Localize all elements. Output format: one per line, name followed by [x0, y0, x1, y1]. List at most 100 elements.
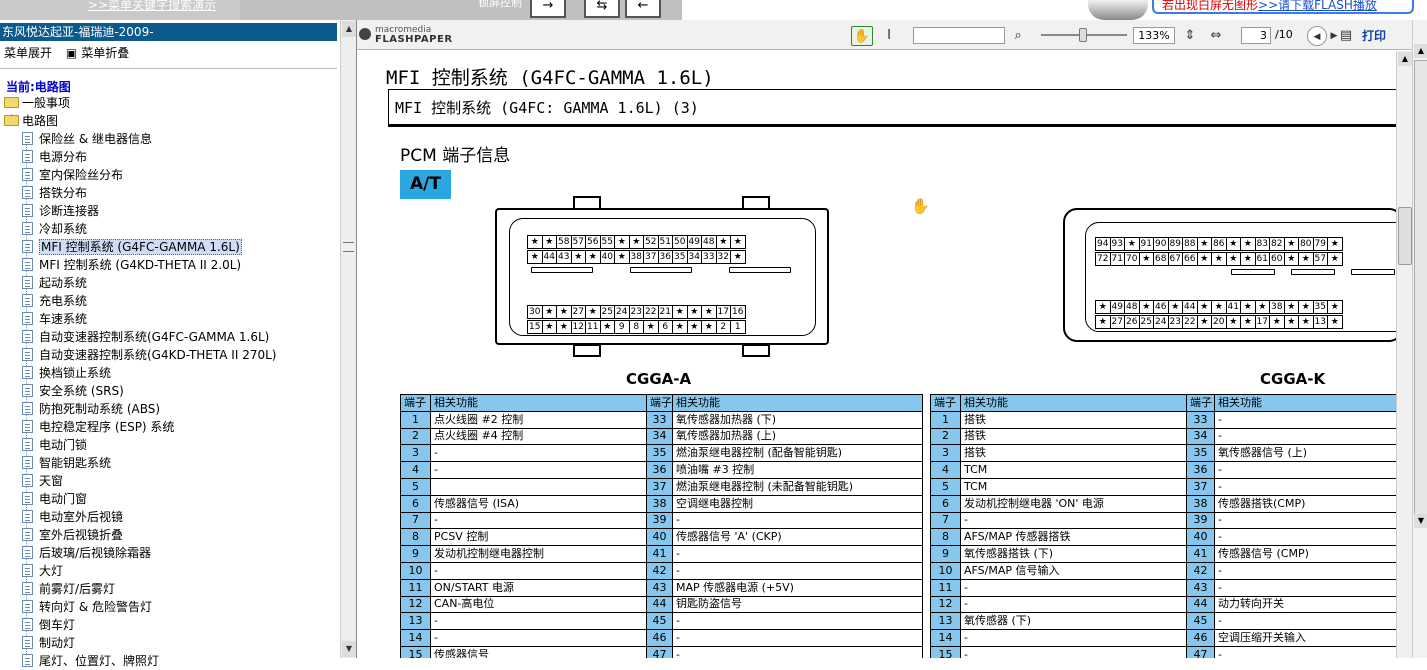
tree-folder-general[interactable]: 一般事项	[4, 94, 70, 112]
tree-item[interactable]: 室内保险丝分布	[22, 166, 123, 184]
tree-item[interactable]: 室外后视镜折叠	[22, 526, 123, 544]
tree-item[interactable]: 电源分布	[22, 148, 87, 166]
pin-function-cell: -	[1214, 461, 1396, 479]
connector-pin: ★	[1225, 237, 1241, 251]
window-scroll-thumb[interactable]	[1414, 60, 1427, 520]
text-select-icon[interactable]: I	[883, 26, 895, 46]
connector-k-label: CGGA-K	[1260, 370, 1326, 388]
table-row: 6 传感器信号 (ISA) 38 空调继电器控制	[400, 494, 923, 513]
scroll-down-icon[interactable]: ▼	[342, 641, 356, 657]
hand-tool-icon[interactable]: ✋	[851, 26, 873, 46]
tree-item[interactable]: 尾灯、位置灯、牌照灯	[22, 652, 159, 670]
tree-item[interactable]: 电动室外后视镜	[22, 508, 123, 526]
pin-function-cell: 搭铁	[960, 427, 1187, 446]
search-demo-link[interactable]: >>菜单关键字搜索演示	[88, 0, 216, 13]
table-row: 13-45-	[400, 612, 923, 631]
document-scroll-thumb[interactable]	[1398, 207, 1412, 265]
tree-item[interactable]: 车速系统	[22, 310, 87, 328]
tree-item-label: MFI 控制系统 (G4FC-GAMMA 1.6L)	[39, 239, 242, 255]
table-row: 13 氧传感器 (下) 45-	[930, 612, 1396, 631]
nav-back-button[interactable]: ←	[625, 0, 661, 18]
pin-number-cell: 15	[400, 645, 431, 658]
connector-key	[1351, 269, 1395, 275]
fit-page-icon[interactable]: ⇔	[1207, 26, 1225, 46]
tree-item[interactable]: 电控稳定程序 (ESP) 系统	[22, 418, 174, 436]
tree-folder-wiring[interactable]: 电路图	[4, 112, 58, 130]
sidebar-scrollbar[interactable]: ▲ ▼	[340, 20, 356, 658]
tree-item[interactable]: 保险丝 & 继电器信息	[22, 130, 152, 148]
connector-pin: 55	[599, 235, 615, 249]
tree-item[interactable]: 充电系统	[22, 292, 87, 310]
prev-page-icon[interactable]: ◀	[1307, 26, 1327, 46]
scroll-up-icon[interactable]: ▲	[342, 21, 356, 37]
pin-function-cell: -	[430, 511, 647, 530]
scroll-grip[interactable]	[343, 242, 354, 252]
tree-item[interactable]: 转向灯 & 危险警告灯	[22, 598, 152, 616]
fit-width-icon[interactable]: ⇕	[1181, 26, 1199, 46]
tree-item[interactable]: 智能钥匙系统	[22, 454, 111, 472]
pin-number-cell: 44	[1186, 595, 1215, 614]
pin-number-cell: 39	[1186, 511, 1215, 530]
scroll-up-icon[interactable]: ▲	[1414, 44, 1427, 58]
tree-item[interactable]: MFI 控制系统 (G4FC-GAMMA 1.6L)	[22, 238, 242, 256]
pin-function-cell: MAP 传感器电源 (+5V)	[672, 578, 923, 597]
connector-pin: 86	[1211, 237, 1227, 251]
table-row: 7-39-	[400, 511, 923, 530]
tree-item[interactable]: 电动门窗	[22, 490, 87, 508]
tree-item[interactable]: 后玻璃/后视镜除霜器	[22, 544, 151, 562]
scroll-up-icon[interactable]: ▲	[1398, 52, 1412, 66]
zoom-field[interactable]: 133%	[1133, 27, 1175, 44]
connector-pin: 33	[701, 250, 717, 264]
tree-item[interactable]: 安全系统 (SRS)	[22, 382, 124, 400]
scroll-down-icon[interactable]: ▼	[1414, 514, 1427, 528]
table-row: 2 搭铁 34-	[930, 427, 1396, 446]
tree-item[interactable]: 前雾灯/后雾灯	[22, 580, 115, 598]
pin-function-cell: -	[1214, 578, 1396, 597]
tree-item[interactable]: 换档锁止系统	[22, 364, 111, 382]
page-number-field[interactable]: 3	[1241, 27, 1271, 44]
document-scrollbar[interactable]: ▲	[1396, 51, 1412, 658]
table-header-row: 端子 相关功能 端子 相关功能	[930, 394, 1396, 412]
connector-pin: ★	[701, 320, 717, 334]
tree-item[interactable]: 起动系统	[22, 274, 87, 292]
tree-item[interactable]: 防抱死制动系统 (ABS)	[22, 400, 160, 418]
pin-number-cell: 46	[1186, 629, 1215, 647]
nav-swap-button[interactable]: ⇆	[584, 0, 620, 18]
search-icon[interactable]: ⌕	[1009, 26, 1027, 46]
tree-item[interactable]: 自动变速器控制系统(G4FC-GAMMA 1.6L)	[22, 328, 269, 346]
tree-item-label: 电控稳定程序 (ESP) 系统	[39, 420, 175, 434]
search-input[interactable]	[913, 27, 1005, 44]
window-scrollbar[interactable]: ▲ ▼	[1412, 20, 1427, 658]
tree-item[interactable]: 诊断连接器	[22, 202, 99, 220]
tree-item[interactable]: 倒车灯	[22, 616, 75, 634]
printer-icon[interactable]: ▤	[1337, 26, 1355, 46]
pin-function-cell: -	[1214, 528, 1396, 547]
tree-item[interactable]: 自动变速器控制系统(G4KD-THETA II 270L)	[22, 346, 276, 364]
tree-item[interactable]: MFI 控制系统 (G4KD-THETA II 2.0L)	[22, 256, 241, 274]
connector-pin: 13	[1312, 315, 1328, 329]
pin-number-cell: 36	[646, 461, 673, 479]
print-button[interactable]: 打印	[1362, 27, 1386, 44]
connector-key	[1231, 269, 1275, 275]
pin-function-cell: TCM	[960, 477, 1187, 496]
menu-expand-button[interactable]: 菜单展开	[4, 46, 52, 60]
connector-pin: ★	[1240, 252, 1256, 266]
menu-collapse-button[interactable]: 菜单折叠	[81, 46, 129, 60]
tree-item[interactable]: 制动灯	[22, 634, 75, 652]
connector-a-row4: 15 ★ ★ 12 11 ★ 9 8 ★ 6 ★ ★ ★ 2 1	[527, 320, 746, 334]
tree-item[interactable]: 搭铁分布	[22, 184, 87, 202]
tree-item[interactable]: 冷却系统	[22, 220, 87, 238]
pin-number-cell: 1	[400, 410, 431, 429]
tree-item[interactable]: 天窗	[22, 472, 63, 490]
pin-function-cell: -	[430, 612, 647, 631]
connector-pin: 36	[657, 250, 673, 264]
document-icon	[22, 456, 33, 469]
flash-download-link[interactable]: >>请下载FLASH播放	[1258, 0, 1377, 12]
nav-forward-button[interactable]: →	[530, 0, 566, 18]
tree-item[interactable]: 大灯	[22, 562, 63, 580]
tree-item[interactable]: 电动门锁	[22, 436, 87, 454]
connector-pin: 25	[599, 305, 615, 319]
connector-pin: ★	[686, 320, 702, 334]
zoom-slider-knob[interactable]	[1079, 28, 1087, 42]
connector-k: 94 93 ★ 91 90 89 88 ★ 86 ★ ★ 83 82 ★ 80 79 ★ 72 71 70 ★ 68 67…	[1063, 208, 1396, 342]
